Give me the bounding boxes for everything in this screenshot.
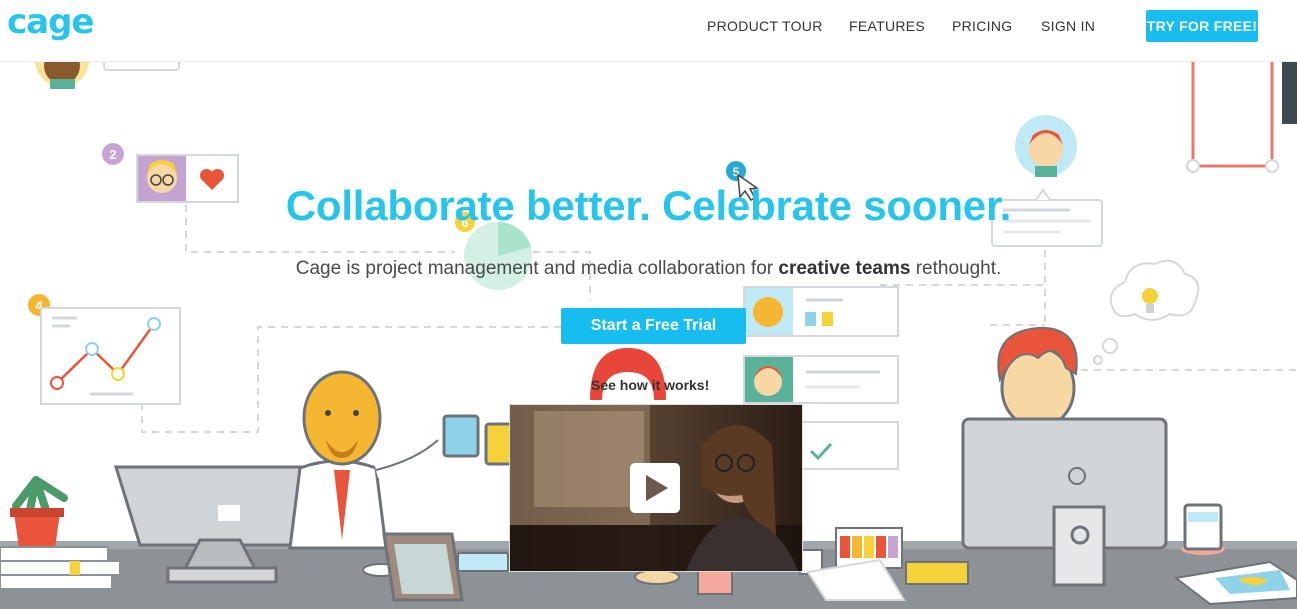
- right-mug: [1181, 503, 1225, 555]
- sticky-notebook: [905, 561, 969, 585]
- see-how-it-works-label: See how it works!: [591, 377, 710, 393]
- step-4-chart-card: 4: [28, 294, 181, 405]
- task-card-person: [743, 355, 899, 404]
- nav-sign-in[interactable]: SIGN IN: [1041, 18, 1095, 34]
- task-card-check: [799, 421, 899, 470]
- coffee-mug-top: [634, 569, 680, 585]
- phone: [457, 552, 509, 572]
- nav-product-tour[interactable]: PRODUCT TOUR: [707, 18, 823, 34]
- try-for-free-button[interactable]: TRY FOR FREE!: [1146, 10, 1258, 42]
- svg-text:2: 2: [109, 147, 116, 162]
- top-right-avatar: [1015, 115, 1077, 177]
- red-frame: [1186, 60, 1297, 173]
- play-button[interactable]: [630, 463, 680, 513]
- hero-subtitle: Cage is project management and media col…: [0, 257, 1297, 281]
- nav-features[interactable]: FEATURES: [849, 18, 925, 34]
- hero-subtitle-emphasis: creative teams: [778, 258, 911, 279]
- start-free-trial-button[interactable]: Start a Free Trial: [561, 308, 746, 344]
- hero-title: Collaborate better. Celebrate sooner.: [285, 182, 1012, 229]
- site-header: cage PRODUCT TOUR FEATURES PRICING SIGN …: [0, 0, 1297, 62]
- product-video[interactable]: [509, 404, 803, 572]
- hero-subtitle-tail: rethought.: [910, 258, 1002, 279]
- red-hair-character: [997, 326, 1078, 430]
- cage-logo[interactable]: cage: [7, 2, 94, 42]
- picture-frame: [382, 532, 464, 602]
- task-card-files: [743, 286, 899, 337]
- nav-pricing[interactable]: PRICING: [952, 18, 1012, 34]
- book-stack: [0, 546, 121, 590]
- hero-subtitle-lead: Cage is project management and media col…: [295, 258, 779, 279]
